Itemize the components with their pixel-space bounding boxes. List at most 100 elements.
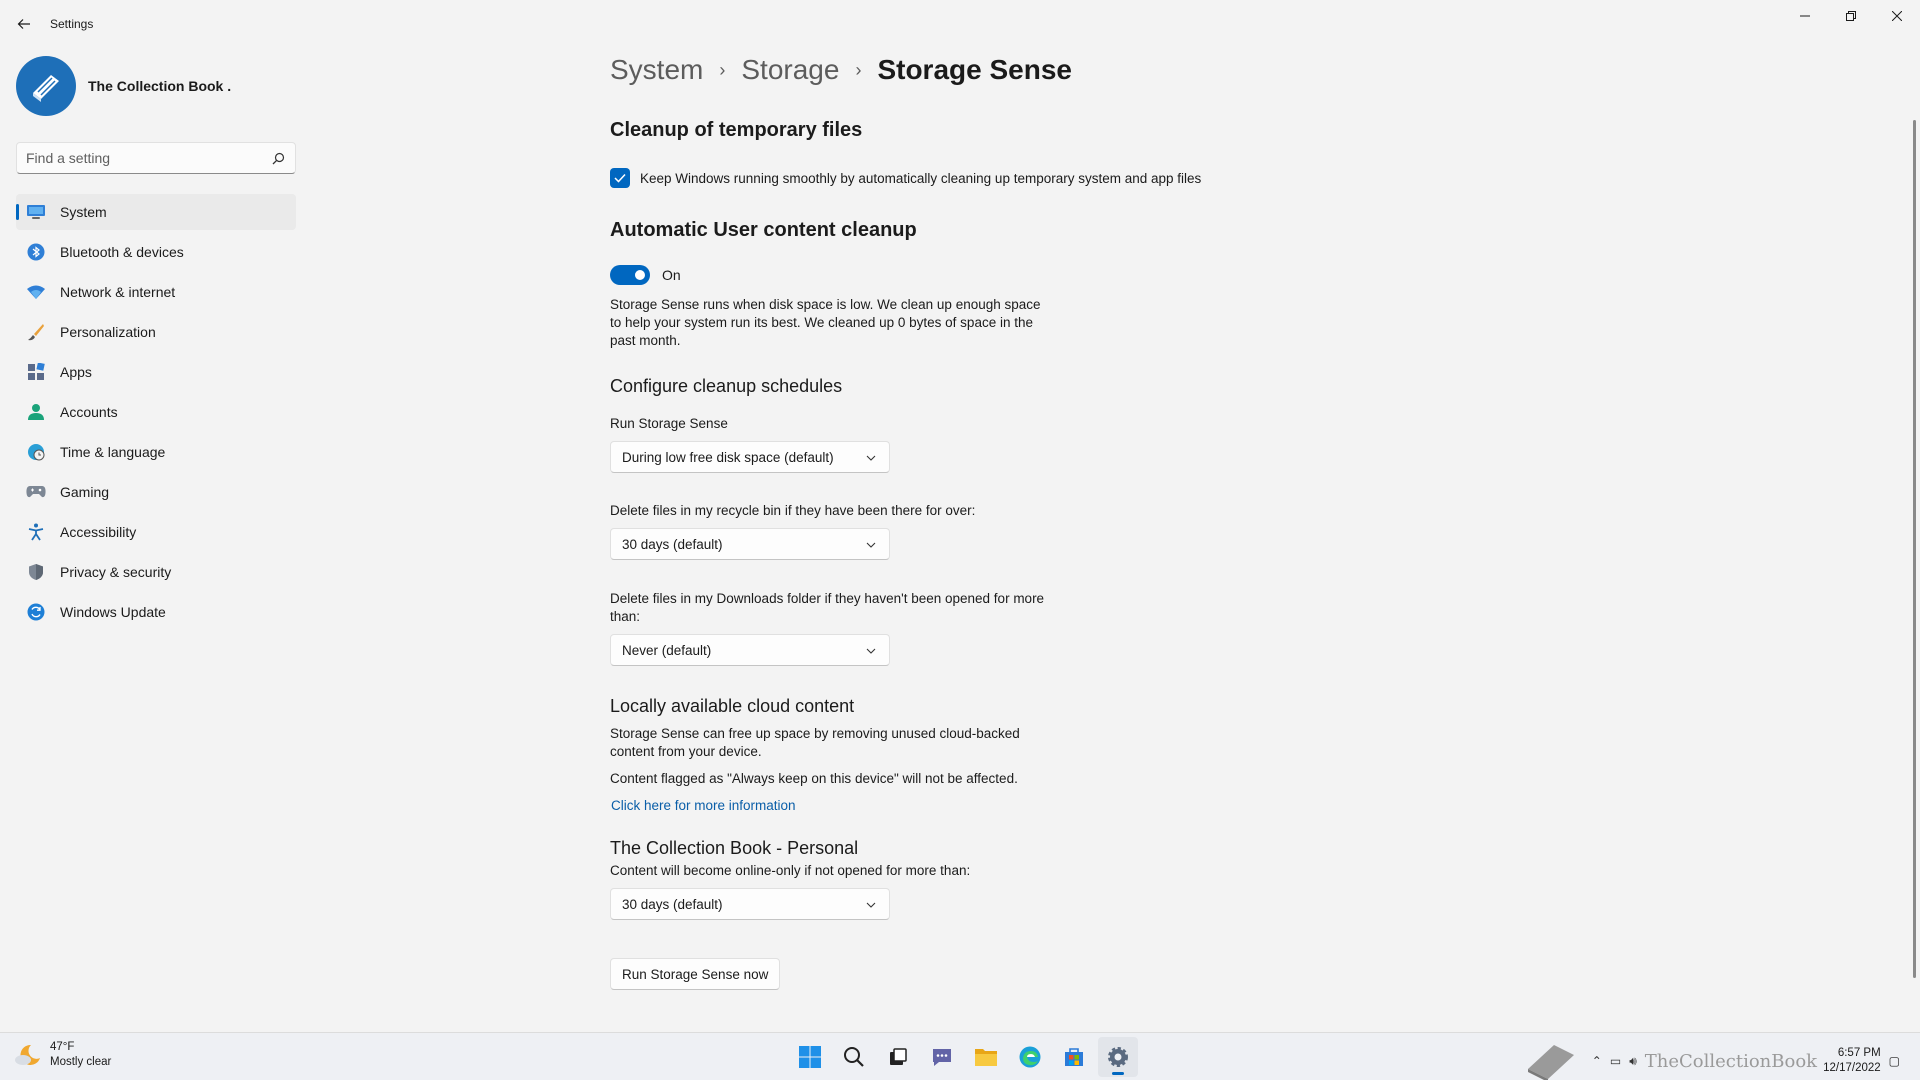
breadcrumb: System › Storage › Storage Sense (610, 54, 1072, 86)
recycle-bin-label: Delete files in my recycle bin if they h… (610, 503, 976, 518)
sidebar-item-gaming[interactable]: Gaming (16, 474, 296, 510)
sidebar-item-personalization[interactable]: Personalization (16, 314, 296, 350)
page-title: Storage Sense (877, 54, 1072, 85)
network-icon[interactable]: ▭ (1610, 1054, 1621, 1068)
task-view-icon (890, 1048, 907, 1065)
chat-icon (933, 1049, 951, 1066)
toggle-state-label: On (662, 267, 681, 283)
weather-temp: 47°F (50, 1041, 75, 1053)
moon-cloud-icon (15, 1044, 40, 1065)
more-info-link[interactable]: Click here for more information (611, 798, 796, 813)
temp-files-heading: Cleanup of temporary files (610, 119, 863, 141)
settings-app-button[interactable] (1098, 1037, 1138, 1077)
sidebar-item-label: Windows Update (60, 604, 166, 620)
user-content-description: Storage Sense runs when disk space is lo… (610, 297, 1041, 348)
schedules-heading: Configure cleanup schedules (610, 376, 843, 396)
store-icon (1065, 1048, 1083, 1066)
onedrive-dropdown[interactable]: 30 days (default) (610, 888, 890, 920)
user-content-heading: Automatic User content cleanup (610, 219, 917, 241)
app-title: Settings (50, 17, 94, 31)
run-storage-sense-label: Run Storage Sense (610, 416, 728, 431)
search-input[interactable] (26, 143, 266, 173)
recycle-bin-dropdown[interactable]: 30 days (default) (610, 528, 890, 560)
person-icon (26, 402, 46, 422)
sidebar-item-accounts[interactable]: Accounts (16, 394, 296, 430)
scrollbar[interactable] (1913, 120, 1916, 978)
tray-icons: ⌃ ▭ 🔊︎ (1592, 1054, 1645, 1069)
sidebar-item-label: Apps (60, 364, 92, 380)
sidebar-item-time-language[interactable]: Time & language (16, 434, 296, 470)
cloud-content-heading: Locally available cloud content (610, 696, 855, 716)
sidebar-item-network[interactable]: Network & internet (16, 274, 296, 310)
sidebar-item-label: Accounts (60, 404, 118, 420)
chevron-down-icon (866, 455, 876, 461)
toggle-knob (635, 270, 645, 280)
apps-icon (26, 362, 46, 382)
globe-clock-icon (26, 442, 46, 462)
teams-chat-button[interactable] (922, 1037, 962, 1077)
microsoft-store-button[interactable] (1054, 1037, 1094, 1077)
system-tray: ⌃ ▭ 🔊︎ TheCollectionBook 6:57 PM 12/17/2… (1524, 1039, 1900, 1080)
checkmark-icon (614, 173, 626, 183)
sidebar-item-label: Gaming (60, 484, 110, 500)
onedrive-label: Content will become online-only if not o… (610, 863, 971, 878)
book-logo-icon (33, 75, 59, 102)
sidebar-item-label: Privacy & security (60, 564, 172, 580)
gamepad-icon (26, 482, 46, 502)
taskbar: 47°F Mostly clear ⌃ ▭ 🔊︎ TheCollectionBo… (0, 1032, 1920, 1080)
file-explorer-button[interactable] (966, 1037, 1006, 1077)
notification-icon[interactable]: ▢ (1889, 1054, 1900, 1068)
run-storage-sense-dropdown[interactable]: During low free disk space (default) (610, 441, 890, 473)
weather-widget[interactable]: 47°F Mostly clear (14, 1040, 111, 1070)
search-box[interactable] (16, 142, 296, 174)
search-icon (844, 1047, 864, 1067)
sidebar-item-bluetooth[interactable]: Bluetooth & devices (16, 234, 296, 270)
breadcrumb-system[interactable]: System (610, 54, 703, 86)
chevron-right-icon: › (855, 59, 862, 80)
taskbar-search-button[interactable] (834, 1037, 874, 1077)
clock[interactable]: 6:57 PM 12/17/2022 (1823, 1046, 1881, 1076)
cloud-content-note: Content flagged as "Always keep on this … (610, 771, 1018, 786)
shield-icon (26, 562, 46, 582)
edge-icon (1019, 1046, 1041, 1068)
dropdown-value: 30 days (default) (622, 536, 723, 552)
book-watermark-icon (1527, 1045, 1574, 1080)
run-storage-sense-now-button[interactable]: Run Storage Sense now (610, 958, 781, 990)
temp-files-checkbox-label: Keep Windows running smoothly by automat… (640, 170, 1202, 186)
task-view-button[interactable] (878, 1037, 918, 1077)
dropdown-value: Never (default) (622, 642, 712, 658)
edge-browser-button[interactable] (1010, 1037, 1050, 1077)
sidebar-item-label: System (60, 204, 107, 220)
windows-logo-icon (799, 1046, 821, 1068)
chevron-down-icon (866, 648, 876, 654)
profile-card[interactable]: The Collection Book . (16, 56, 231, 116)
back-button[interactable] (12, 12, 36, 36)
volume-icon[interactable]: 🔊︎ (1629, 1054, 1637, 1069)
sidebar-item-label: Network & internet (60, 284, 176, 300)
sidebar-item-privacy-security[interactable]: Privacy & security (16, 554, 296, 590)
chevron-right-icon: › (719, 59, 726, 80)
sidebar-nav: System Bluetooth & devices Network & int… (16, 194, 296, 634)
sidebar-item-windows-update[interactable]: Windows Update (16, 594, 296, 630)
cloud-content-description: Storage Sense can free up space by remov… (610, 726, 1020, 759)
bluetooth-icon (26, 242, 46, 262)
main-content: System › Storage › Storage Sense Cleanup… (610, 0, 1910, 1030)
sidebar-item-apps[interactable]: Apps (16, 354, 296, 390)
sidebar-item-accessibility[interactable]: Accessibility (16, 514, 296, 550)
start-button[interactable] (790, 1037, 830, 1077)
chevron-up-icon[interactable]: ⌃ (1592, 1054, 1602, 1068)
clock-time: 6:57 PM (1837, 1047, 1881, 1059)
taskbar-apps (790, 1037, 1142, 1077)
chevron-down-icon (866, 902, 876, 908)
downloads-dropdown[interactable]: Never (default) (610, 634, 890, 666)
sidebar-item-label: Bluetooth & devices (60, 244, 184, 260)
dropdown-value: During low free disk space (default) (622, 449, 834, 465)
sidebar-item-system[interactable]: System (16, 194, 296, 230)
user-content-toggle-row: On (610, 265, 681, 285)
folder-icon (975, 1049, 997, 1066)
search-icon (272, 152, 285, 165)
sidebar-item-label: Accessibility (60, 524, 137, 540)
breadcrumb-storage[interactable]: Storage (741, 54, 839, 86)
storage-sense-toggle[interactable] (610, 265, 650, 285)
temp-files-checkbox[interactable] (610, 168, 630, 188)
